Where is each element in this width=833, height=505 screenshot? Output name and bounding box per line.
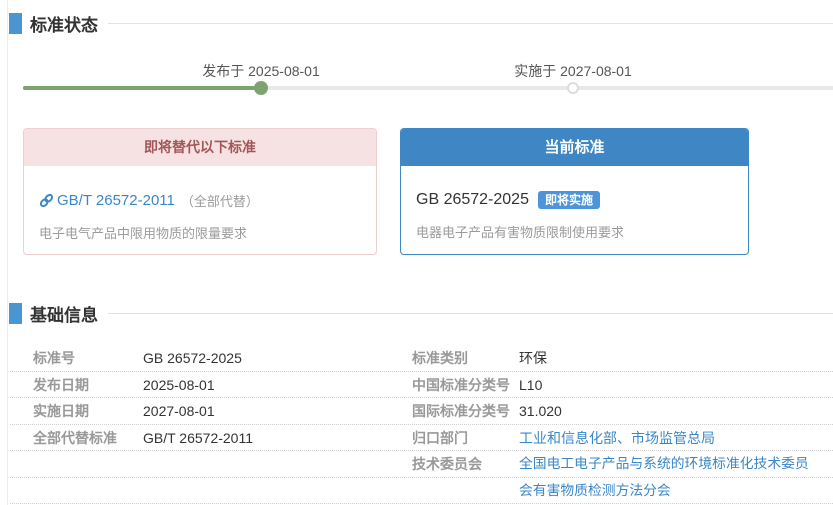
info-label: 技术委员会 — [412, 451, 519, 477]
current-standard-card: 当前标准 GB 26572-2025 即将实施 电器电子产品有害物质限制使用要求 — [400, 128, 749, 255]
table-row: 技术委员会 全国电工电子产品与系统的环境标准化技术委员会有害物质检测方法分会 — [10, 451, 833, 478]
table-row: 实施日期 2027-08-01 国际标准分类号 31.020 — [10, 398, 833, 425]
status-section-header: 标准状态 — [9, 11, 833, 36]
info-section-header: 基础信息 — [9, 301, 833, 326]
technical-committee-link[interactable]: 全国电工电子产品与系统的环境标准化技术委员会有害物质检测方法分会 — [519, 451, 811, 477]
standard-detail-page: 标准状态 发布于 2025-08-01 实施于 2027-08-01 即将替代以… — [0, 0, 833, 505]
table-row: 全部代替标准 GB/T 26572-2011 归口部门 工业和信息化部、市场监管… — [10, 425, 833, 452]
current-standard-code: GB 26572-2025 — [416, 191, 529, 209]
replaced-card-header: 即将替代以下标准 — [24, 129, 376, 166]
replaced-card-body: GB/T 26572-2011 （全部代替） 电子电气产品中限用物质的限量要求 — [24, 166, 376, 242]
info-label: 发布日期 — [33, 372, 143, 398]
status-badge: 即将实施 — [538, 191, 600, 209]
table-row: 发布日期 2025-08-01 中国标准分类号 L10 — [10, 372, 833, 399]
info-value: 环保 — [519, 345, 547, 371]
info-label: 标准号 — [33, 345, 143, 371]
info-label: 标准类别 — [412, 345, 519, 371]
section-divider — [108, 313, 833, 314]
section-title: 基础信息 — [30, 301, 98, 326]
panel-left-border — [7, 0, 8, 505]
section-title: 标准状态 — [30, 11, 98, 36]
info-label: 实施日期 — [33, 398, 143, 424]
current-card-body: GB 26572-2025 即将实施 电器电子产品有害物质限制使用要求 — [401, 166, 748, 241]
ruled-row — [10, 478, 833, 505]
info-label: 全部代替标准 — [33, 425, 143, 451]
competent-department-link[interactable]: 工业和信息化部、市场监管总局 — [519, 425, 715, 451]
basic-info-table: 标准号 GB 26572-2025 标准类别 环保 发布日期 2025-08-0… — [10, 345, 833, 504]
table-row: 标准号 GB 26572-2025 标准类别 环保 — [10, 345, 833, 372]
info-label: 中国标准分类号 — [412, 372, 519, 398]
replaced-standard-link[interactable]: GB/T 26572-2011 — [57, 192, 175, 209]
info-value: GB 26572-2025 — [143, 345, 242, 371]
replaced-standard-card: 即将替代以下标准 GB/T 26572-2011 （全部代替） 电子电气产品中限… — [23, 128, 377, 255]
timeline-label-effective: 实施于 2027-08-01 — [514, 61, 632, 81]
link-icon — [39, 193, 54, 208]
timeline-dot-published — [254, 81, 268, 95]
current-card-header: 当前标准 — [401, 129, 748, 166]
info-value: GB/T 26572-2011 — [143, 425, 253, 451]
section-accent-bar — [9, 303, 22, 324]
replacement-scope-note: （全部代替） — [181, 191, 259, 210]
info-value: 31.020 — [519, 398, 562, 424]
info-value: 2025-08-01 — [143, 372, 215, 398]
section-accent-bar — [9, 13, 22, 34]
current-standard-description: 电器电子产品有害物质限制使用要求 — [416, 222, 733, 241]
info-label: 国际标准分类号 — [412, 398, 519, 424]
timeline-progress — [23, 86, 261, 90]
info-value: 2027-08-01 — [143, 398, 215, 424]
replaced-standard-description: 电子电气产品中限用物质的限量要求 — [39, 223, 361, 242]
timeline-dot-effective — [567, 82, 579, 94]
section-divider — [108, 23, 833, 24]
info-label: 归口部门 — [412, 425, 519, 451]
timeline-label-published: 发布于 2025-08-01 — [202, 61, 320, 81]
info-value: L10 — [519, 372, 542, 398]
